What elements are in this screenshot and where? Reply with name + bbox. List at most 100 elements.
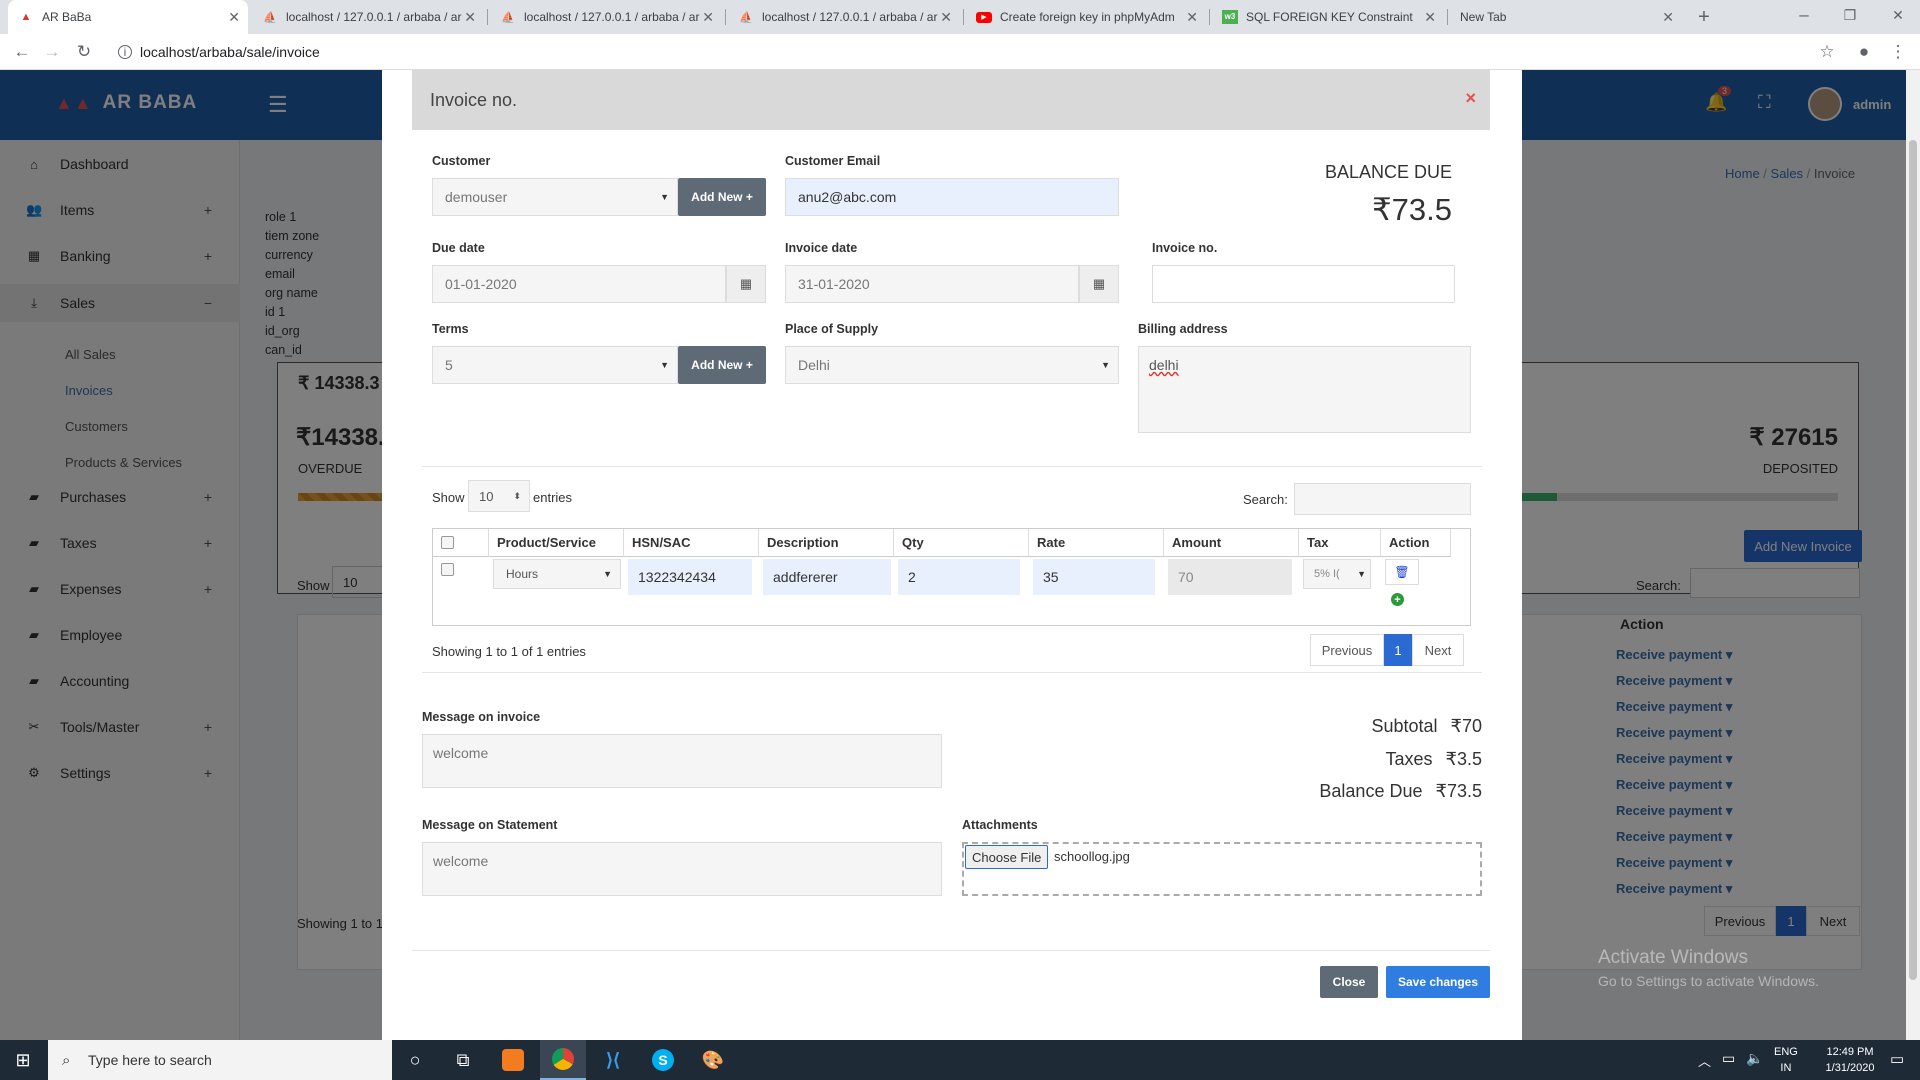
modal-title: Invoice no. [430, 89, 518, 110]
due-date-label: Due date [432, 241, 485, 255]
col-action: Action [1381, 529, 1451, 557]
cortana-icon[interactable]: ○ [392, 1040, 438, 1080]
window-close-icon[interactable]: ✕ [1886, 3, 1910, 27]
invoice-date-input[interactable]: 31-01-2020 [785, 265, 1079, 303]
description-input[interactable]: addfererer [763, 559, 891, 595]
page-scrollbar[interactable] [1906, 70, 1920, 1040]
hsn-input[interactable]: 1322342434 [628, 559, 752, 595]
bookmark-star-icon[interactable]: ☆ [1815, 40, 1839, 64]
customer-label: Customer [432, 154, 491, 168]
customer-email-input[interactable]: anu2@abc.com [785, 178, 1119, 216]
calendar-icon[interactable]: ▦ [1079, 265, 1119, 303]
table-search-input[interactable] [1294, 483, 1471, 515]
url-field[interactable]: i localhost/arbaba/sale/invoice [110, 38, 1850, 66]
col-amount[interactable]: Amount [1164, 529, 1299, 557]
attachments-dropzone[interactable]: Choose File schoollog.jpg [962, 842, 1482, 896]
taskbar-search[interactable]: ⌕ Type here to search [48, 1040, 392, 1080]
next-button[interactable]: Next [1412, 634, 1464, 666]
product-select[interactable]: Hours ▼ [493, 559, 621, 589]
place-of-supply-select[interactable]: Delhi ▼ [785, 346, 1119, 384]
arbaba-icon: ▲ [20, 11, 32, 23]
close-tab-icon[interactable]: ✕ [1424, 9, 1436, 26]
chrome-menu-icon[interactable]: ⋮ [1886, 40, 1910, 64]
calendar-icon[interactable]: ▦ [726, 265, 766, 303]
reload-icon[interactable]: ↻ [72, 40, 96, 64]
customer-select[interactable]: demouser ▼ [432, 178, 678, 216]
close-button[interactable]: Close [1320, 966, 1378, 998]
add-customer-button[interactable]: Add New + [678, 178, 766, 216]
vscode-icon[interactable]: ⟩⟨ [590, 1040, 636, 1080]
close-tab-icon[interactable]: ✕ [464, 9, 476, 26]
chevron-down-icon: ▼ [1357, 569, 1366, 579]
info-icon[interactable]: i [118, 45, 132, 59]
add-terms-button[interactable]: Add New + [678, 346, 766, 384]
message-on-invoice-textarea[interactable]: welcome [422, 734, 942, 788]
close-tab-icon[interactable]: ✕ [228, 9, 240, 26]
entries-select[interactable]: 10 ⬍ [468, 480, 530, 512]
network-icon[interactable]: ▭ [1722, 1050, 1735, 1067]
message-on-invoice-label: Message on invoice [422, 710, 541, 724]
tab-phpmyadmin-3[interactable]: ⛵ localhost / 127.0.0.1 / arbaba / ar ✕ [728, 0, 960, 34]
forward-icon[interactable]: → [40, 40, 64, 64]
billing-address-textarea[interactable]: delhi [1138, 346, 1471, 433]
close-tab-icon[interactable]: ✕ [702, 9, 714, 26]
choose-file-button[interactable]: Choose File [965, 845, 1049, 869]
taxes-label: Taxes [1385, 749, 1433, 769]
minimize-icon[interactable]: – [1792, 3, 1816, 27]
tab-arbaba[interactable]: ▲ AR BaBa ✕ [8, 0, 248, 34]
balance-due-row: Balance Due ₹73.5 [1319, 781, 1482, 802]
col-tax[interactable]: Tax [1299, 529, 1381, 557]
due-date-input[interactable]: 01-01-2020 [432, 265, 726, 303]
show-label: Show [432, 490, 465, 505]
tray-up-icon[interactable]: ︿ [1698, 1051, 1711, 1070]
tab-phpmyadmin-2[interactable]: ⛵ localhost / 127.0.0.1 / arbaba / ar ✕ [490, 0, 722, 34]
select-all-checkbox[interactable] [441, 536, 454, 549]
col-hsn-sac[interactable]: HSN/SAC [624, 529, 759, 557]
new-tab-plus-icon[interactable]: + [1692, 5, 1716, 29]
close-tab-icon[interactable]: ✕ [1662, 9, 1674, 26]
tab-youtube[interactable]: ▶ Create foreign key in phpMyAdm ✕ [966, 0, 1206, 34]
back-icon[interactable]: ← [10, 40, 34, 64]
col-product-service[interactable]: Product/Service [489, 529, 624, 557]
terms-select[interactable]: 5 ▼ [432, 346, 678, 384]
paint-icon[interactable]: 🎨 [690, 1040, 736, 1080]
profile-icon[interactable]: ● [1852, 40, 1876, 64]
clock[interactable]: 12:49 PM 1/31/2020 [1818, 1044, 1882, 1076]
scrollbar-thumb[interactable] [1909, 140, 1917, 980]
xampp-icon[interactable] [490, 1040, 536, 1080]
tab-new-tab[interactable]: New Tab ✕ [1450, 0, 1682, 34]
row-checkbox[interactable] [441, 563, 454, 576]
showing-entries-text: Showing 1 to 1 of 1 entries [432, 644, 586, 659]
subtotal-value: ₹70 [1450, 716, 1482, 736]
windows-start-icon[interactable]: ⊞ [0, 1040, 46, 1080]
col-rate[interactable]: Rate [1029, 529, 1164, 557]
qty-input[interactable]: 2 [898, 559, 1020, 595]
task-view-icon[interactable]: ⧉ [440, 1040, 486, 1080]
file-name: schoollog.jpg [1054, 849, 1130, 864]
delete-row-button[interactable]: 🗑 [1385, 559, 1419, 585]
skype-icon[interactable]: S [640, 1040, 686, 1080]
col-qty[interactable]: Qty [894, 529, 1029, 557]
previous-button[interactable]: Previous [1310, 634, 1384, 666]
col-description[interactable]: Description [759, 529, 894, 557]
page-1-button[interactable]: 1 [1384, 634, 1412, 666]
amount-input: 70 [1168, 559, 1292, 595]
add-row-icon[interactable]: + [1391, 593, 1404, 606]
restore-icon[interactable]: ❐ [1838, 3, 1862, 27]
terms-label: Terms [432, 322, 469, 336]
invoice-no-input[interactable] [1152, 265, 1455, 303]
message-on-statement-textarea[interactable]: welcome [422, 842, 942, 896]
language-indicator[interactable]: ENG IN [1774, 1044, 1798, 1076]
close-icon[interactable]: × [1465, 88, 1476, 109]
tab-w3schools[interactable]: w3 SQL FOREIGN KEY Constraint ✕ [1212, 0, 1444, 34]
tab-phpmyadmin-1[interactable]: ⛵ localhost / 127.0.0.1 / arbaba / ar ✕ [252, 0, 484, 34]
volume-icon[interactable]: 🔈 [1746, 1050, 1763, 1067]
rate-input[interactable]: 35 [1033, 559, 1155, 595]
save-changes-button[interactable]: Save changes [1386, 966, 1490, 998]
tax-select[interactable]: 5% I( ▼ [1303, 559, 1371, 589]
url-text: localhost/arbaba/sale/invoice [140, 44, 320, 60]
close-tab-icon[interactable]: ✕ [940, 9, 952, 26]
notifications-icon[interactable]: ▭ [1890, 1050, 1904, 1068]
chrome-icon[interactable] [540, 1040, 586, 1080]
close-tab-icon[interactable]: ✕ [1186, 9, 1198, 26]
